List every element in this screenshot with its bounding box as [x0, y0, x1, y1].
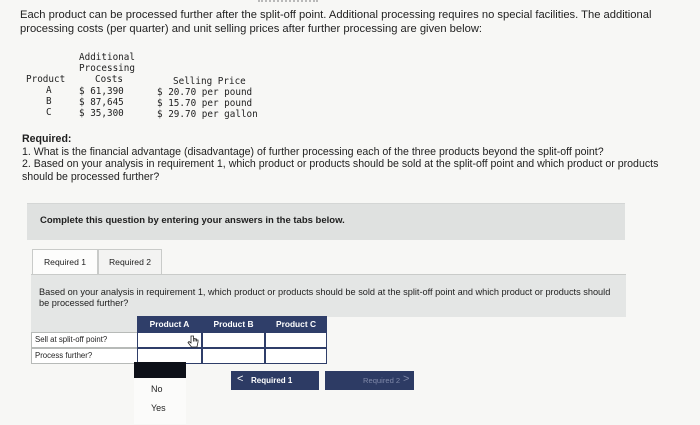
required-item-2: 2. Based on your analysis in requirement…	[22, 158, 659, 183]
dropdown-option-no[interactable]: No	[151, 384, 163, 394]
header-product: Product	[26, 74, 66, 85]
next-button-label: Required 2	[363, 376, 401, 385]
answer-grid: Product A Product B Product C Sell at sp…	[31, 316, 327, 364]
dropdown-header	[134, 362, 186, 378]
question-panel: Based on your analysis in requirement 1,…	[31, 274, 626, 317]
row-price: $ 15.70 per pound	[157, 98, 253, 109]
row-price: $ 20.70 per pound	[157, 87, 253, 98]
banner-text: Complete this question by entering your …	[40, 215, 345, 226]
intro-text: Each product can be processed further af…	[20, 9, 652, 35]
row-product: B	[46, 96, 52, 107]
row-product: C	[46, 107, 52, 118]
required-item-1: 1. What is the financial advantage (disa…	[22, 145, 604, 158]
process-product-c-select[interactable]	[265, 348, 327, 364]
chevron-right-icon: >	[403, 373, 410, 385]
next-required-2-button[interactable]: Required 2 >	[325, 371, 414, 390]
previous-button-label: Required 1	[251, 376, 293, 385]
tab-required-1[interactable]: Required 1	[32, 249, 98, 275]
sell-product-b-select[interactable]	[202, 332, 265, 348]
row-price: $ 29.70 per gallon	[157, 109, 258, 120]
row-product: A	[46, 85, 52, 96]
row-cost: $ 61,390	[79, 86, 124, 97]
column-header-product-a: Product A	[137, 316, 202, 332]
required-section: Required: 1. What is the financial advan…	[22, 133, 682, 183]
column-header-product-c: Product C	[265, 316, 327, 332]
row-cost: $ 35,300	[79, 108, 124, 119]
previous-required-1-button[interactable]: < Required 1	[231, 371, 319, 390]
tab-required-2[interactable]: Required 2	[98, 249, 162, 275]
row-label-process: Process further?	[31, 348, 138, 364]
instruction-banner: Complete this question by entering your …	[27, 203, 625, 240]
header-costs: Costs	[95, 74, 123, 85]
grid-row-sell: Sell at split-off point?	[31, 332, 327, 348]
chevron-left-icon: <	[237, 373, 244, 385]
header-processing: Processing	[79, 63, 135, 74]
row-cost: $ 87,645	[79, 97, 124, 108]
yes-no-dropdown: No Yes	[134, 378, 186, 424]
sell-product-c-select[interactable]	[265, 332, 327, 348]
dropdown-option-yes[interactable]: Yes	[151, 403, 166, 413]
required-heading: Required:	[22, 133, 72, 145]
column-header-product-b: Product B	[202, 316, 265, 332]
top-dotted-mark	[258, 0, 318, 6]
header-selling-price: Selling Price	[173, 76, 246, 87]
process-product-b-select[interactable]	[202, 348, 265, 364]
row-label-sell: Sell at split-off point?	[31, 332, 138, 348]
hand-cursor-icon	[186, 335, 200, 354]
grid-corner	[31, 316, 137, 332]
header-additional: Additional	[79, 52, 135, 63]
panel-text: Based on your analysis in requirement 1,…	[39, 287, 611, 308]
